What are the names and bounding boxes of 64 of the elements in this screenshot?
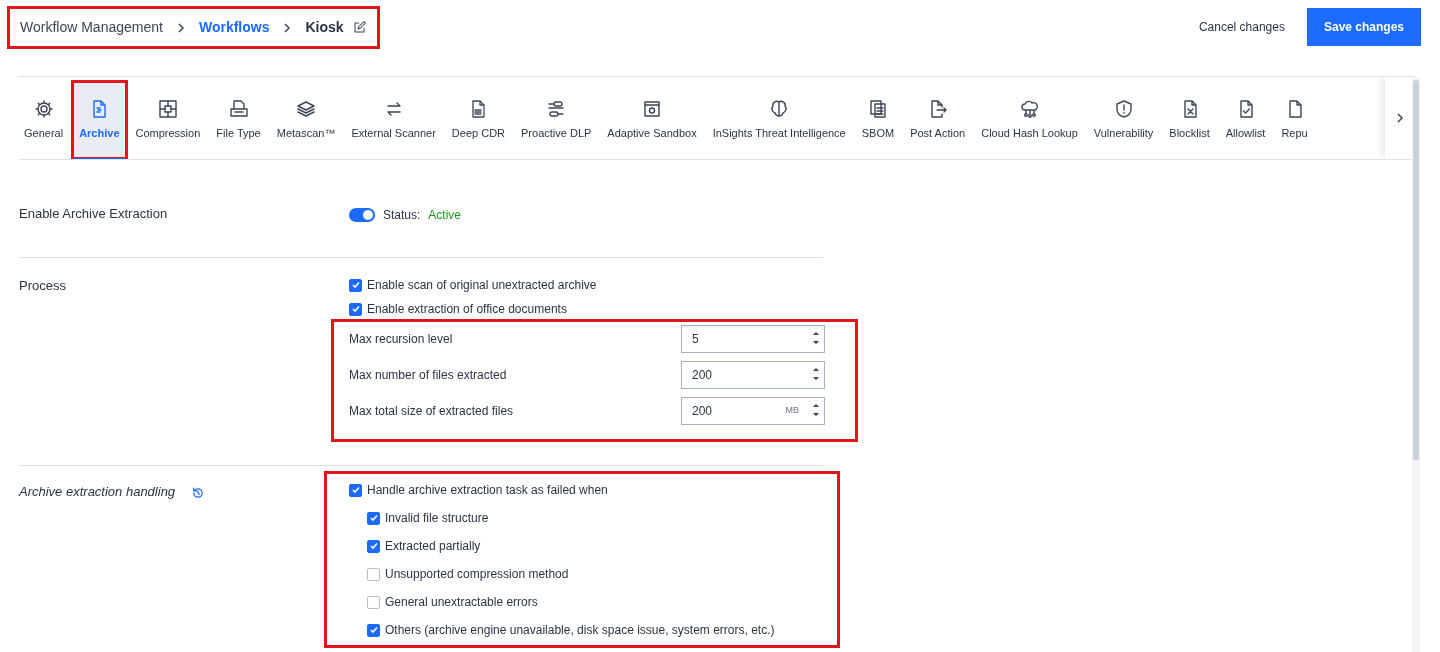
tab[interactable]: External Scanner bbox=[346, 83, 441, 157]
compress-icon bbox=[157, 98, 178, 119]
tab[interactable]: SBOM bbox=[856, 83, 900, 157]
section-label: Enable Archive Extraction bbox=[19, 205, 169, 223]
section-label: Process bbox=[19, 277, 67, 295]
tab[interactable]: Vulnerability bbox=[1088, 83, 1159, 157]
layers-icon bbox=[296, 98, 317, 119]
tab[interactable]: Deep CDR bbox=[446, 83, 511, 157]
chevron-icon bbox=[1396, 113, 1404, 123]
gear-icon bbox=[33, 98, 54, 119]
breadcrumb-item[interactable]: Workflow Management bbox=[20, 16, 163, 38]
documents-icon bbox=[867, 98, 888, 119]
tab[interactable]: Post Action bbox=[905, 83, 971, 157]
checkbox-label: Enable extraction of office documents bbox=[367, 301, 567, 318]
checkbox[interactable] bbox=[349, 483, 362, 497]
tab[interactable]: General bbox=[19, 83, 69, 157]
number-field[interactable]: 5 bbox=[681, 325, 825, 353]
tab[interactable]: Adaptive Sandbox bbox=[602, 83, 702, 157]
checkbox[interactable] bbox=[367, 567, 380, 581]
tab[interactable]: Allowlist bbox=[1220, 83, 1271, 157]
section-label: Archive extraction handling bbox=[19, 483, 176, 501]
field-label: Max total size of extracted files bbox=[349, 403, 514, 420]
checkbox-label: Extracted partially bbox=[385, 538, 481, 555]
save-button[interactable]: Save changes bbox=[1306, 8, 1421, 46]
cancel-button[interactable]: Cancel changes bbox=[1192, 17, 1291, 37]
checkbox-label: Others (archive engine unavailable, disk space issue, system errors, etc.) bbox=[385, 622, 775, 639]
checkbox[interactable] bbox=[367, 623, 380, 637]
checkbox[interactable] bbox=[349, 302, 362, 316]
checkbox-label: Enable scan of original unextracted archive bbox=[367, 277, 597, 294]
scrollbar[interactable] bbox=[1412, 78, 1420, 652]
breadcrumb-item: Kiosk bbox=[305, 17, 344, 37]
sliders-icon bbox=[546, 98, 567, 119]
file-grid-icon bbox=[228, 98, 249, 119]
shield-icon bbox=[1113, 98, 1134, 119]
tab[interactable]: Proactive DLP bbox=[516, 83, 597, 157]
status-label: Status: bbox=[383, 207, 421, 224]
status-value: Active bbox=[428, 207, 462, 224]
checkbox[interactable] bbox=[367, 595, 380, 609]
history-icon[interactable] bbox=[191, 486, 206, 500]
unit-label: MB bbox=[785, 404, 799, 418]
checkbox[interactable] bbox=[367, 539, 380, 553]
box-icon bbox=[642, 98, 662, 119]
tab[interactable]: File Type bbox=[211, 83, 266, 157]
cloud-icon bbox=[1019, 98, 1040, 119]
toggle-switch[interactable] bbox=[349, 208, 375, 222]
breadcrumb-item[interactable]: Workflows bbox=[198, 16, 270, 38]
tab[interactable]: InSights Threat Intelligence bbox=[707, 83, 851, 157]
tab[interactable]: Cloud Hash Lookup bbox=[976, 83, 1083, 157]
tab[interactable]: Blocklist bbox=[1164, 83, 1215, 157]
field-label: Max recursion level bbox=[349, 331, 453, 348]
brain-icon bbox=[769, 98, 790, 119]
number-field[interactable]: 200 bbox=[681, 361, 825, 389]
edit-icon[interactable] bbox=[351, 19, 367, 35]
field-label: Max number of files extracted bbox=[349, 367, 507, 384]
checkbox-label: General unextractable errors bbox=[385, 594, 538, 611]
checkbox[interactable] bbox=[349, 278, 362, 292]
tab[interactable]: Metascan™ bbox=[271, 83, 341, 157]
tab[interactable]: Archive bbox=[74, 83, 125, 157]
checkbox-label: Handle archive extraction task as failed when bbox=[367, 482, 608, 499]
checkbox[interactable] bbox=[367, 511, 380, 525]
checkbox-label: Unsupported compression method bbox=[385, 566, 569, 583]
tab[interactable]: Compression bbox=[130, 83, 206, 157]
checkbox-label: Invalid file structure bbox=[385, 510, 489, 527]
tab[interactable]: Repu bbox=[1276, 83, 1313, 157]
